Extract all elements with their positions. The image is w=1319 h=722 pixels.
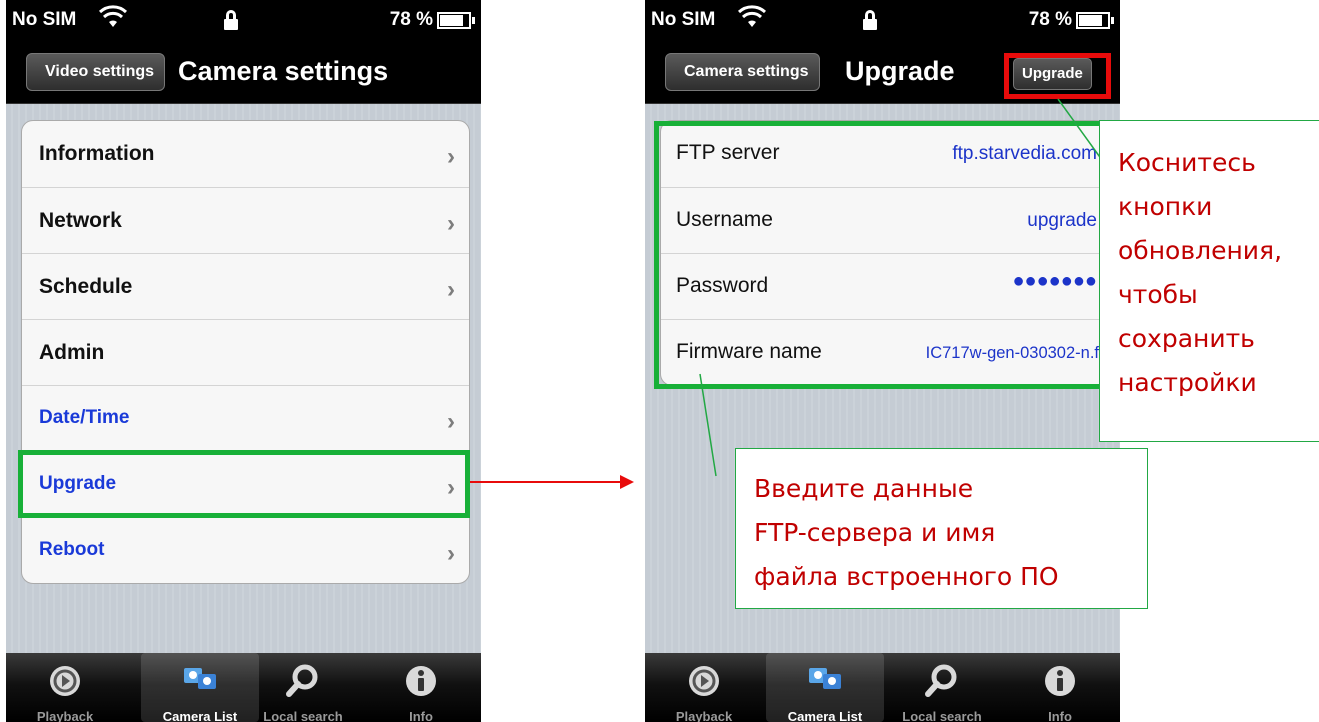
callout-ftp-data: Введите данные FTP-сервера и имя файла в… xyxy=(735,448,1148,609)
callout-line: чтобы xyxy=(1118,280,1198,309)
callout-line: Введите данные xyxy=(754,474,974,503)
callout-line: файла встроенного ПО xyxy=(754,562,1059,591)
callout-upgrade-button: Коснитесь кнопки обновления, чтобы сохра… xyxy=(1099,120,1319,442)
callout-line: сохранить xyxy=(1118,324,1255,353)
callout-line: обновления, xyxy=(1118,236,1283,265)
tutorial-figure: No SIM 78 % Video settings Camera settin… xyxy=(0,0,1319,722)
callout-line: настройки xyxy=(1118,368,1257,397)
callout-line: FTP-сервера и имя xyxy=(754,518,996,547)
callout-line: кнопки xyxy=(1118,192,1213,221)
callout-line: Коснитесь xyxy=(1118,148,1256,177)
